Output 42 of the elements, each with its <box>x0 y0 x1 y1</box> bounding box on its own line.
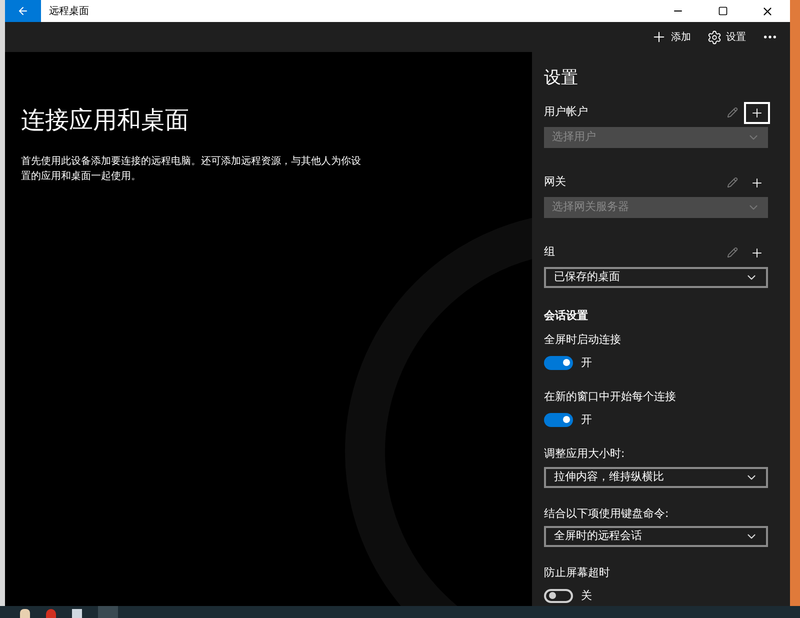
dropdown-placeholder: 选择用户 <box>552 128 596 145</box>
section-heading: 会话设置 <box>544 308 589 324</box>
pencil-icon <box>726 247 738 258</box>
toggle-switch[interactable] <box>544 588 573 603</box>
group-label: 用户帐户 <box>544 104 589 120</box>
main-heading: 连接应用和桌面 <box>21 105 190 136</box>
dropdown[interactable]: 拉伸内容，维持纵横比 <box>544 466 768 488</box>
option-label: 防止屏幕超时 <box>544 565 611 581</box>
plus-icon <box>651 29 667 45</box>
option-label: 全屏时启动连接 <box>544 332 622 348</box>
settings-title: 设置 <box>544 67 579 90</box>
dropdown-value: 已保存的桌面 <box>554 268 620 285</box>
dropdown[interactable]: 全屏时的远程会话 <box>544 526 768 547</box>
toggle-state: 开 <box>581 412 592 428</box>
app-icon[interactable] <box>20 609 30 618</box>
plus-icon <box>750 246 764 260</box>
pencil-icon <box>726 177 738 188</box>
toggle-switch[interactable] <box>544 412 573 427</box>
dropdown-value: 全屏时的远程会话 <box>554 528 642 544</box>
settings-button[interactable]: 设置 <box>707 30 746 44</box>
back-button[interactable] <box>5 0 41 22</box>
dropdown[interactable]: 已保存的桌面 <box>544 266 768 288</box>
group-label: 组 <box>544 244 556 260</box>
toggle-state: 关 <box>581 588 592 604</box>
pencil-icon <box>726 107 738 118</box>
plus-icon <box>750 106 764 120</box>
dropdown-placeholder: 选择网关服务器 <box>552 198 629 215</box>
group-label: 网关 <box>544 174 567 190</box>
back-arrow-icon <box>17 5 29 17</box>
window-title: 远程桌面 <box>49 4 89 18</box>
maximize-icon <box>718 6 728 16</box>
close-icon <box>761 4 774 18</box>
toggle-switch[interactable] <box>544 356 573 370</box>
option-label: 调整应用大小时: <box>544 446 626 462</box>
settings-icon <box>707 30 722 44</box>
option-label: 结合以下项使用键盘命令: <box>544 506 670 522</box>
option-label: 在新的窗口中开始每个连接 <box>544 389 677 405</box>
toggle-state: 开 <box>581 354 592 370</box>
main-description: 首先使用此设备添加要连接的远程电脑。还可添加远程资源，与其他人为你设置的应用和桌面一起使用。 <box>21 154 361 184</box>
dropdown-value: 拉伸内容，维持纵横比 <box>554 468 664 485</box>
plus-icon <box>750 176 764 190</box>
add-button[interactable]: 添加 <box>651 29 691 45</box>
